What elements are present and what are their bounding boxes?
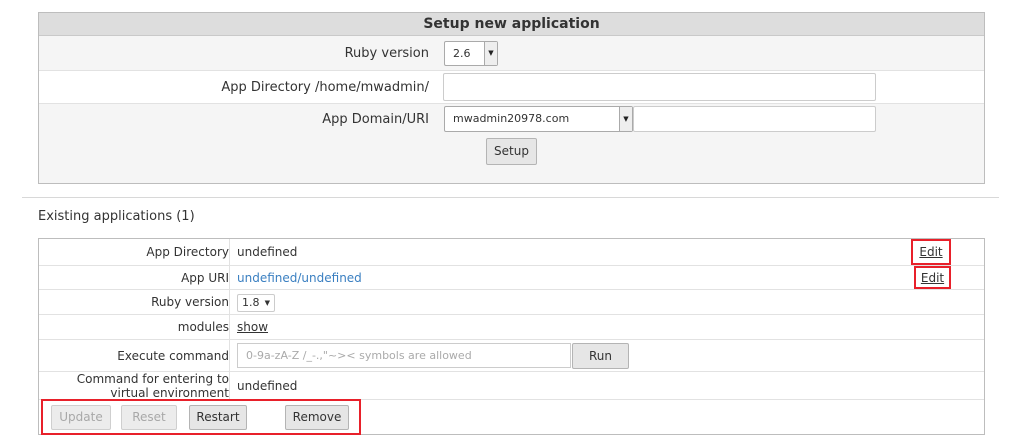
command-env-label-line2: virtual environment — [110, 385, 229, 400]
ruby-version-select[interactable]: 2.6 ▼ — [444, 41, 498, 66]
reset-button[interactable]: Reset — [121, 405, 177, 430]
ruby-version-info-row: Ruby version 1.8 ▼ — [39, 290, 984, 315]
ruby-version-value: 2.6 — [453, 47, 471, 60]
app-directory-input[interactable] — [443, 73, 876, 101]
app-directory-info-value: undefined — [237, 245, 298, 259]
ruby-version-info-label: Ruby version — [151, 295, 229, 309]
command-env-label: Command for entering to virtual environm… — [39, 371, 229, 400]
column-separator — [229, 340, 230, 371]
app-directory-row: App Directory /home/mwadmin/ — [39, 70, 984, 104]
caret-down-icon: ▼ — [484, 42, 497, 65]
execute-command-input[interactable]: 0-9a-zA-Z /_-.,"~>< symbols are allowed — [237, 343, 571, 368]
app-domain-select[interactable]: mwadmin20978.com ▼ — [444, 106, 633, 132]
modules-show-link[interactable]: show — [237, 315, 268, 339]
setup-title: Setup new application — [39, 13, 984, 36]
command-env-value: undefined — [237, 378, 298, 393]
command-env-label-line1: Command for entering to — [76, 371, 229, 386]
run-button[interactable]: Run — [572, 343, 629, 369]
ruby-version-info-value: 1.8 — [242, 296, 260, 309]
execute-command-label: Execute command — [117, 348, 229, 363]
app-uri-input[interactable] — [633, 106, 876, 132]
setup-button[interactable]: Setup — [486, 138, 537, 165]
restart-button[interactable]: Restart — [189, 405, 247, 430]
app-directory-label: App Directory /home/mwadmin/ — [221, 80, 429, 95]
column-separator — [229, 315, 230, 339]
app-uri-info-label: App URI — [181, 270, 229, 285]
command-env-row: Command for entering to virtual environm… — [39, 372, 984, 400]
edit-app-uri-link[interactable]: Edit — [914, 266, 951, 289]
existing-applications-panel: App Directory undefined Edit App URI und… — [38, 238, 985, 435]
app-directory-info-row: App Directory undefined Edit — [39, 239, 984, 266]
modules-label: modules — [177, 320, 229, 334]
setup-panel: Setup new application Ruby version 2.6 ▼… — [38, 12, 985, 184]
ruby-version-row: Ruby version 2.6 ▼ — [39, 37, 984, 71]
execute-command-row: Execute command 0-9a-zA-Z /_-.,"~>< symb… — [39, 340, 984, 372]
app-directory-info-label: App Directory — [146, 245, 229, 259]
update-button[interactable]: Update — [51, 405, 111, 430]
column-separator — [229, 239, 230, 265]
ruby-version-info-select[interactable]: 1.8 ▼ — [237, 294, 275, 312]
column-separator — [229, 266, 230, 289]
column-separator — [229, 290, 230, 314]
caret-down-icon: ▼ — [619, 107, 632, 131]
section-divider — [22, 197, 999, 198]
ruby-version-label: Ruby version — [344, 46, 429, 61]
remove-button[interactable]: Remove — [285, 405, 349, 430]
app-domain-label: App Domain/URI — [322, 112, 429, 127]
existing-applications-title: Existing applications (1) — [38, 209, 195, 224]
app-uri-info-link[interactable]: undefined/undefined — [237, 266, 362, 289]
caret-down-icon: ▼ — [264, 299, 270, 307]
app-domain-value: mwadmin20978.com — [453, 112, 570, 125]
modules-row: modules show — [39, 315, 984, 340]
app-uri-info-row: App URI undefined/undefined Edit — [39, 266, 984, 290]
app-domain-row: App Domain/URI mwadmin20978.com ▼ — [39, 103, 984, 137]
edit-app-directory-link[interactable]: Edit — [911, 239, 951, 265]
column-separator — [229, 372, 230, 399]
